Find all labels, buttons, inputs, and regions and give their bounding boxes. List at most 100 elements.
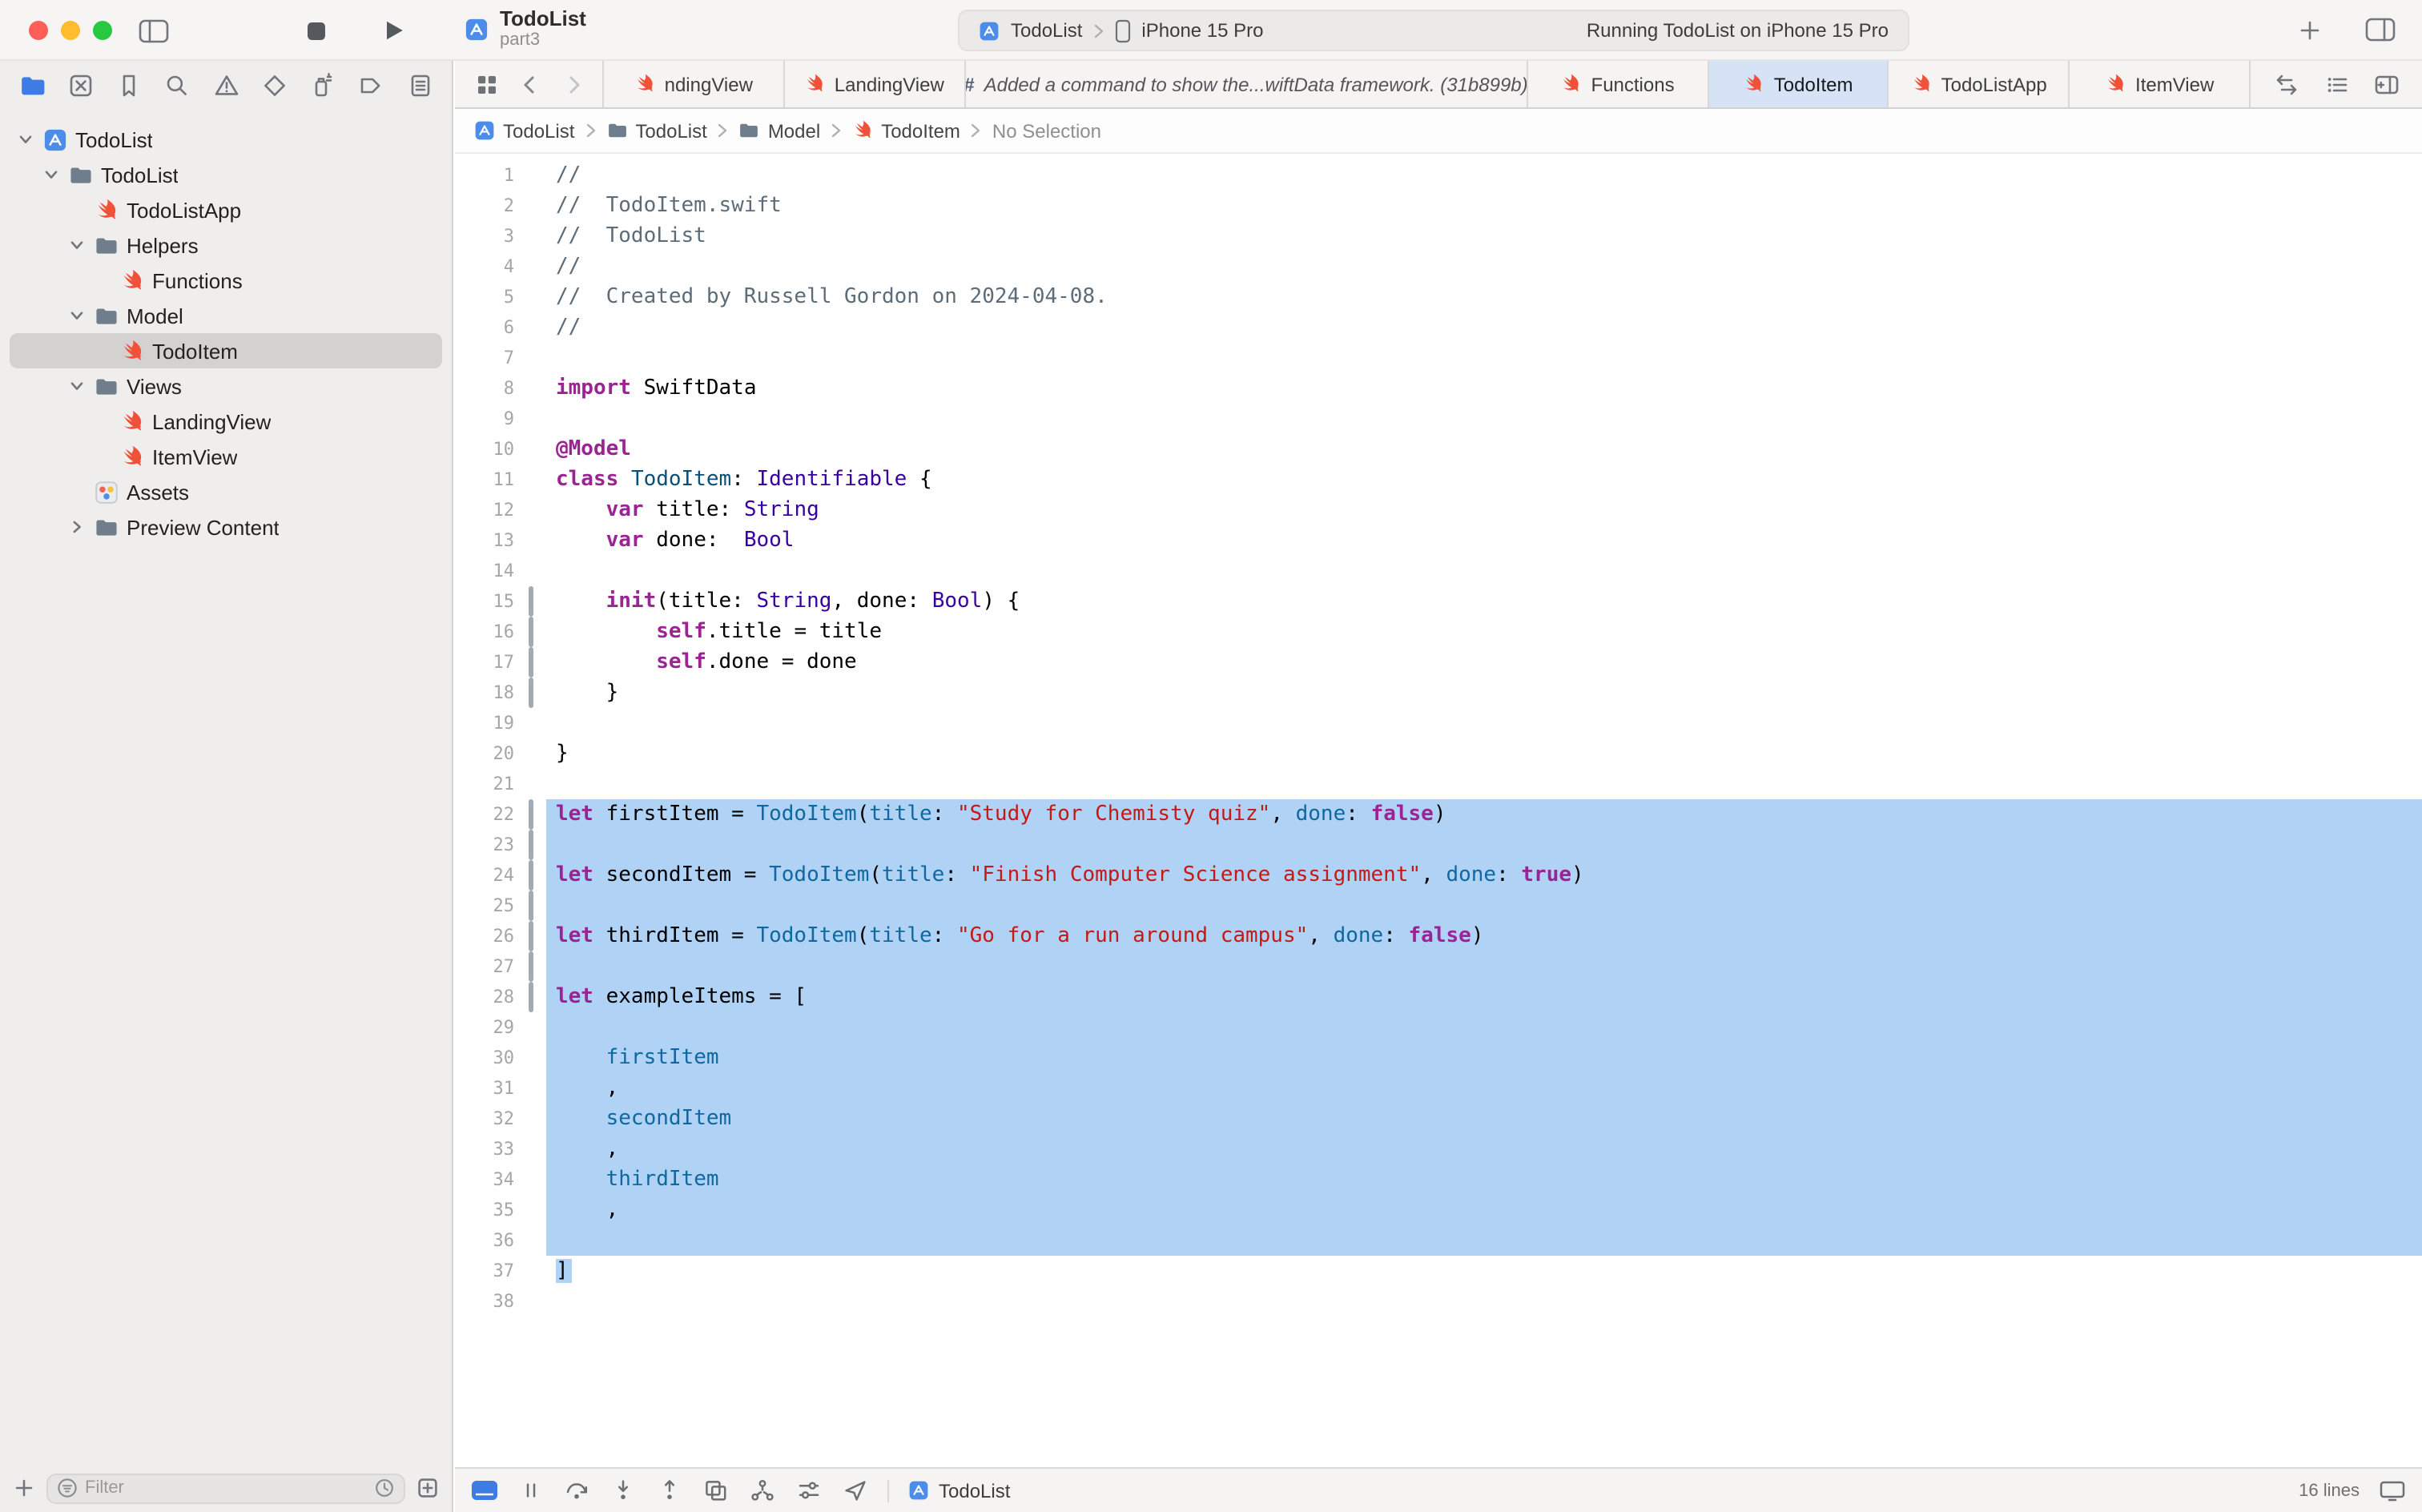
code-line-24[interactable]: 24let secondItem = TodoItem(title: "Fini… [455,860,2422,891]
forward-button[interactable] [561,71,586,97]
step-out-button[interactable] [657,1478,682,1502]
running-target-chip[interactable]: TodoList [908,1479,1010,1502]
code-line-12[interactable]: 12 var title: String [455,495,2422,525]
code-line-17[interactable]: 17 self.done = done [455,647,2422,678]
code-line-23[interactable]: 23 [455,830,2422,860]
line-number[interactable]: 6 [455,312,529,343]
tab-ndingview[interactable]: ndingView [604,61,785,107]
code-line-20[interactable]: 20} [455,738,2422,769]
line-number[interactable]: 7 [455,343,529,373]
code-line-32[interactable]: 32 secondItem [455,1104,2422,1134]
line-number[interactable]: 3 [455,221,529,251]
code-line-6[interactable]: 6// [455,312,2422,343]
line-number[interactable]: 34 [455,1164,529,1195]
code-line-13[interactable]: 13 var done: Bool [455,525,2422,556]
line-number[interactable]: 31 [455,1073,529,1104]
line-number[interactable]: 37 [455,1256,529,1286]
sidebar-item-itemview[interactable]: ItemView [10,439,442,474]
code-line-14[interactable]: 14 [455,556,2422,586]
code-line-10[interactable]: 10@Model [455,434,2422,464]
disclosure-chevron[interactable] [42,167,61,183]
line-number[interactable]: 35 [455,1195,529,1225]
sidebar-item-preview-content[interactable]: Preview Content [10,509,442,545]
activity-viewer[interactable]: TodoList iPhone 15 Pro Running TodoList … [958,10,1909,51]
line-number[interactable]: 5 [455,282,529,312]
code-line-9[interactable]: 9 [455,404,2422,434]
line-number[interactable]: 23 [455,830,529,860]
step-in-button[interactable] [610,1478,636,1502]
code-line-37[interactable]: 37] [455,1256,2422,1286]
tab-added-a-command-to-show-the-wiftdata-framework-31b899b[interactable]: #Added a command to show the...wiftData … [965,61,1528,107]
filter-field[interactable] [46,1473,405,1503]
line-number[interactable]: 4 [455,251,529,282]
line-number[interactable]: 20 [455,738,529,769]
code-line-29[interactable]: 29 [455,1012,2422,1043]
tab-todolistapp[interactable]: TodoListApp [1889,61,2070,107]
minimize-window-button[interactable] [61,21,80,40]
disclosure-chevron[interactable] [67,378,86,394]
editor-layout-button[interactable] [2364,16,2396,43]
line-number[interactable]: 15 [455,586,529,617]
step-over-button[interactable] [564,1478,589,1502]
issues-navigator-button[interactable] [210,69,242,101]
line-number[interactable]: 18 [455,678,529,708]
debug-area-button[interactable] [471,1480,498,1501]
tab-itemview[interactable]: ItemView [2070,61,2251,107]
line-number[interactable]: 12 [455,495,529,525]
project-navigator-button[interactable] [16,69,48,101]
code-line-31[interactable]: 31 , [455,1073,2422,1104]
run-button[interactable] [381,18,407,43]
scheme-name[interactable]: TodoList [1011,19,1082,42]
find-navigator-button[interactable] [162,69,194,101]
code-line-27[interactable]: 27 [455,951,2422,982]
code-line-4[interactable]: 4// [455,251,2422,282]
code-line-1[interactable]: 1// [455,160,2422,191]
location-button[interactable] [843,1478,868,1502]
filter-input[interactable] [85,1478,367,1498]
line-number[interactable]: 30 [455,1043,529,1073]
line-number[interactable]: 22 [455,799,529,830]
sidebar-item-todolist[interactable]: TodoList [10,122,442,157]
related-grid-button[interactable] [474,71,500,97]
code-line-36[interactable]: 36 [455,1225,2422,1256]
code-line-28[interactable]: 28let exampleItems = [ [455,982,2422,1012]
code-line-21[interactable]: 21 [455,769,2422,799]
code-line-19[interactable]: 19 [455,708,2422,738]
line-number[interactable]: 26 [455,921,529,951]
display-icon[interactable] [2379,1478,2406,1502]
line-number[interactable]: 11 [455,464,529,495]
line-number[interactable]: 19 [455,708,529,738]
code-line-34[interactable]: 34 thirdItem [455,1164,2422,1195]
disclosure-chevron[interactable] [16,131,35,147]
debug-navigator-button[interactable] [307,69,339,101]
line-number[interactable]: 38 [455,1286,529,1317]
editor-options-button[interactable] [2324,71,2350,97]
code-line-16[interactable]: 16 self.title = title [455,617,2422,647]
line-number[interactable]: 21 [455,769,529,799]
environment-overrides-button[interactable] [796,1478,822,1502]
sidebar-item-functions[interactable]: Functions [10,263,442,298]
code-review-button[interactable] [2273,71,2300,97]
code-line-7[interactable]: 7 [455,343,2422,373]
disclosure-chevron[interactable] [67,237,86,253]
tests-navigator-button[interactable] [259,69,291,101]
code-line-26[interactable]: 26let thirdItem = TodoItem(title: "Go fo… [455,921,2422,951]
code-line-35[interactable]: 35 , [455,1195,2422,1225]
line-number[interactable]: 14 [455,556,529,586]
back-button[interactable] [517,71,543,97]
sidebar-item-helpers[interactable]: Helpers [10,227,442,263]
view-hierarchy-button[interactable] [703,1478,729,1502]
line-number[interactable]: 8 [455,373,529,404]
code-line-2[interactable]: 2// TodoItem.swift [455,191,2422,221]
tab-functions[interactable]: Functions [1528,61,1709,107]
zoom-window-button[interactable] [93,21,112,40]
run-destination[interactable]: iPhone 15 Pro [1141,19,1263,42]
code-line-22[interactable]: 22let firstItem = TodoItem(title: "Study… [455,799,2422,830]
source-control-status-icon[interactable] [416,1477,439,1499]
code-line-30[interactable]: 30 firstItem [455,1043,2422,1073]
add-tab-button[interactable] [2297,17,2323,42]
line-number[interactable]: 2 [455,191,529,221]
close-window-button[interactable] [29,21,48,40]
source-editor[interactable]: 1//2// TodoItem.swift3// TodoList4//5// … [455,154,2422,1467]
line-number[interactable]: 24 [455,860,529,891]
